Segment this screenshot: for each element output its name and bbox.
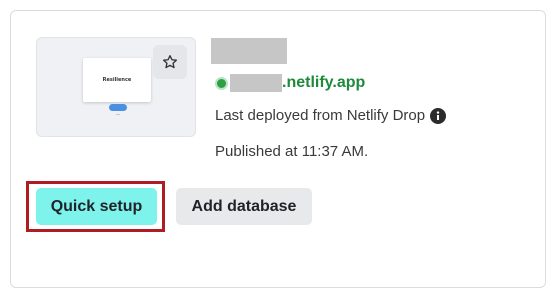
thumbnail-text: Resilience [102, 77, 132, 83]
site-url-link[interactable]: .netlify.app [215, 73, 365, 93]
site-url-suffix[interactable]: .netlify.app [282, 74, 365, 92]
published-time: Published at 11:37 AM. [215, 143, 369, 160]
site-url-redacted [230, 74, 282, 92]
quick-setup-button[interactable]: Quick setup [36, 188, 157, 225]
deploy-text: Last deployed from Netlify Drop [215, 107, 426, 124]
info-icon[interactable] [430, 107, 447, 124]
site-name-redacted [211, 38, 287, 64]
thumbnail-divider [116, 114, 120, 115]
thumbnail-preview: Resilience [83, 58, 151, 102]
star-icon [163, 55, 177, 69]
favorite-button[interactable] [153, 45, 187, 79]
add-database-button[interactable]: Add database [176, 188, 312, 225]
deploy-info: Last deployed from Netlify Drop [215, 107, 447, 124]
thumbnail-button-shape [109, 104, 127, 111]
status-indicator [215, 76, 228, 90]
